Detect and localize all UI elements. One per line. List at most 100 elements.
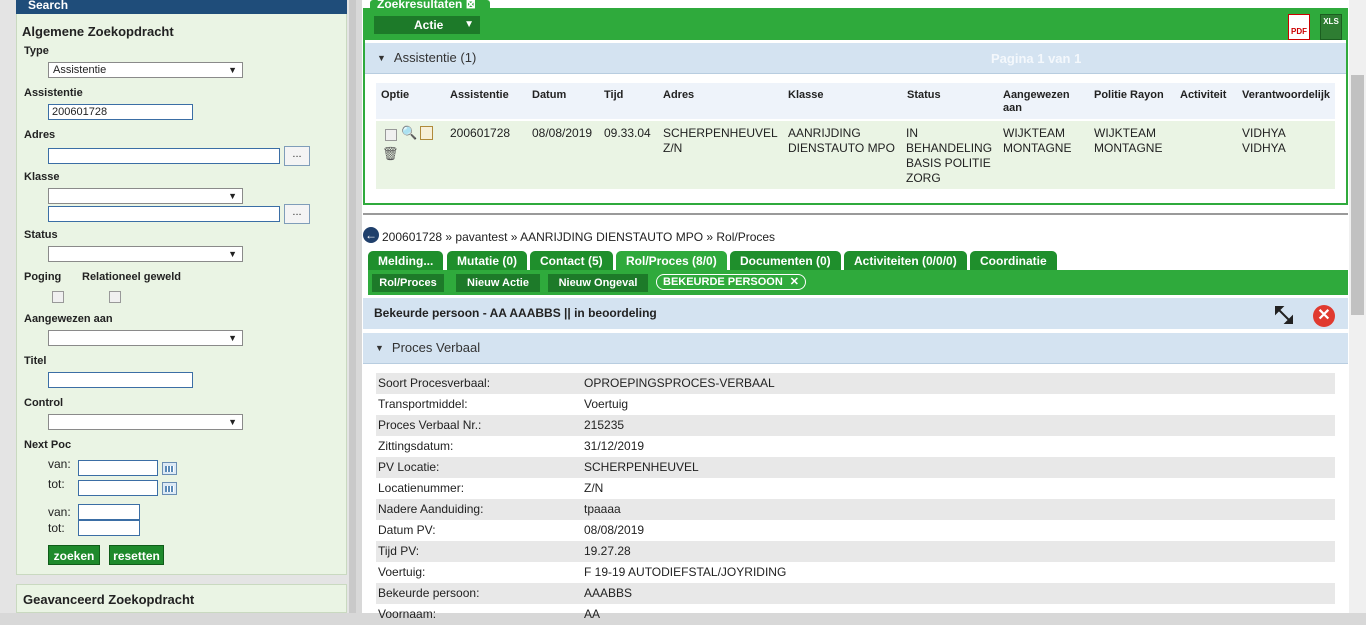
- xls-export-icon[interactable]: XLS: [1320, 14, 1342, 40]
- field-value: F 19-19 AUTODIEFSTAL/JOYRIDING: [584, 565, 787, 579]
- chevron-down-icon: ▼: [228, 333, 237, 343]
- panel-splitter[interactable]: [349, 0, 356, 613]
- field-label: Datum PV:: [378, 523, 436, 537]
- breadcrumb: 200601728 » pavantest » AANRIJDING DIENS…: [382, 230, 776, 244]
- cell-verantwoordelijk: VIDHYA VIDHYA: [1242, 126, 1286, 155]
- pdf-export-icon[interactable]: PDF: [1288, 14, 1310, 40]
- advanced-search-title: Geavanceerd Zoekopdracht: [23, 592, 195, 607]
- field-row: Proces Verbaal Nr.: 215235: [376, 415, 1335, 436]
- field-row: Nadere Aanduiding: tpaaaa: [376, 499, 1335, 520]
- col-aangewezen: Aangewezen aan: [1003, 89, 1070, 114]
- calendar-icon[interactable]: [162, 462, 177, 475]
- type-label: Type: [24, 45, 49, 57]
- field-value: 215235: [584, 418, 625, 432]
- klasse-label: Klasse: [24, 171, 60, 183]
- scrollbar-thumb[interactable]: [1351, 75, 1364, 315]
- adres-lookup-button[interactable]: ...: [284, 146, 310, 166]
- nextpoc-tot-input[interactable]: [78, 480, 158, 496]
- field-label: PV Locatie:: [378, 460, 440, 474]
- range-van-input[interactable]: [78, 504, 140, 520]
- van-label-2: van:: [48, 505, 71, 519]
- actie-dropdown[interactable]: Actie ▼: [374, 16, 480, 34]
- chevron-down-icon: ▼: [228, 417, 237, 427]
- cell-aangewezen: WIJKTEAM MONTAGNE: [1003, 126, 1072, 155]
- tab-documenten[interactable]: Documenten (0): [730, 251, 841, 270]
- tag-label: BEKEURDE PERSOON: [663, 276, 783, 288]
- col-verantwoordelijk: Verantwoordelijk: [1242, 89, 1331, 101]
- col-status: Status: [907, 89, 941, 101]
- tab-coordinatie[interactable]: Coordinatie: [970, 251, 1057, 270]
- field-label: Bekeurde persoon:: [378, 586, 480, 600]
- poging-label: Poging: [24, 271, 62, 283]
- field-row: Locatienummer: Z/N: [376, 478, 1335, 499]
- calendar-icon[interactable]: [162, 482, 177, 495]
- bekeurde-persoon-tag[interactable]: BEKEURDE PERSOON ✕: [656, 274, 806, 290]
- resetten-button[interactable]: resetten: [109, 545, 164, 565]
- back-arrow-icon[interactable]: ←: [363, 227, 379, 243]
- close-icon[interactable]: ✕: [790, 275, 799, 289]
- type-select[interactable]: Assistentie ▼: [48, 62, 243, 78]
- control-label: Control: [24, 397, 64, 409]
- relationeel-checkbox[interactable]: [109, 291, 121, 303]
- field-row: Voornaam: AA: [376, 604, 1335, 625]
- field-label: Nadere Aanduiding:: [378, 502, 484, 516]
- nieuw-ongeval-button[interactable]: Nieuw Ongeval: [548, 274, 648, 292]
- field-row: Datum PV: 08/08/2019: [376, 520, 1335, 541]
- klasse-lookup-button[interactable]: ...: [284, 204, 310, 224]
- assistentie-input[interactable]: 200601728: [48, 104, 193, 120]
- chevron-down-icon: ▼: [228, 249, 237, 259]
- control-select[interactable]: ▼: [48, 414, 243, 430]
- expand-icon[interactable]: [1274, 305, 1294, 325]
- rol-proces-button[interactable]: Rol/Proces: [372, 274, 444, 292]
- tab-activiteiten[interactable]: Activiteiten (0/0/0): [844, 251, 967, 270]
- klasse-input[interactable]: [48, 206, 280, 222]
- tab-melding[interactable]: Melding...: [368, 251, 444, 270]
- field-value: Voertuig: [584, 397, 629, 411]
- cell-tijd: 09.33.04: [604, 126, 651, 140]
- collapse-triangle-icon: ▼: [375, 343, 384, 353]
- section-divider[interactable]: [363, 213, 1348, 215]
- field-row: Bekeurde persoon: AAABBS: [376, 583, 1335, 604]
- titel-input[interactable]: [48, 372, 193, 388]
- proces-verbaal-title: Proces Verbaal: [391, 340, 481, 355]
- poging-checkbox[interactable]: [52, 291, 64, 303]
- cell-status: IN BEHANDELING BASIS POLITIE ZORG: [906, 126, 993, 185]
- aangewezen-label: Aangewezen aan: [24, 313, 113, 325]
- group-header[interactable]: ▼ Assistentie (1): [365, 43, 1346, 74]
- field-label: Soort Procesverbaal:: [378, 376, 491, 390]
- trash-icon[interactable]: 🗑: [382, 146, 399, 162]
- pagination: Pagina 1 van 1: [991, 51, 1082, 66]
- edit-icon[interactable]: [420, 126, 433, 140]
- row-checkbox[interactable]: [385, 129, 397, 141]
- range-tot-input[interactable]: [78, 520, 140, 536]
- field-label: Voertuig:: [378, 565, 426, 579]
- aangewezen-select[interactable]: ▼: [48, 330, 243, 346]
- field-label: Tijd PV:: [378, 544, 420, 558]
- col-assistentie: Assistentie: [450, 89, 509, 101]
- chevron-down-icon: ▼: [228, 65, 237, 75]
- field-row: Voertuig: F 19-19 AUTODIEFSTAL/JOYRIDING: [376, 562, 1335, 583]
- zoeken-button[interactable]: zoeken: [48, 545, 100, 565]
- status-label: Status: [24, 229, 58, 241]
- results-tab[interactable]: Zoekresultaten ⊠: [370, 0, 490, 10]
- field-row: PV Locatie: SCHERPENHEUVEL: [376, 457, 1335, 478]
- nextpoc-van-input[interactable]: [78, 460, 158, 476]
- proces-verbaal-header[interactable]: ▼ Proces Verbaal: [363, 333, 1348, 364]
- advanced-search-panel[interactable]: Geavanceerd Zoekopdracht: [16, 584, 347, 613]
- close-icon[interactable]: ✕: [1313, 305, 1335, 327]
- popout-icon[interactable]: ⊠: [466, 0, 476, 10]
- group-title: Assistentie (1): [393, 50, 477, 65]
- tab-contact[interactable]: Contact (5): [530, 251, 613, 270]
- tab-mutatie[interactable]: Mutatie (0): [447, 251, 527, 270]
- field-row: Zittingsdatum: 31/12/2019: [376, 436, 1335, 457]
- chevron-down-icon: ▼: [464, 19, 474, 30]
- search-icon[interactable]: 🔍: [401, 125, 417, 141]
- klasse-select[interactable]: ▼: [48, 188, 243, 204]
- col-activiteit: Activiteit: [1180, 89, 1227, 101]
- status-select[interactable]: ▼: [48, 246, 243, 262]
- assistentie-label: Assistentie: [24, 87, 83, 99]
- adres-input[interactable]: [48, 148, 280, 164]
- tab-rol-proces[interactable]: Rol/Proces (8/0): [616, 251, 727, 270]
- nieuw-actie-button[interactable]: Nieuw Actie: [456, 274, 540, 292]
- cell-assistentie[interactable]: 200601728: [450, 126, 510, 141]
